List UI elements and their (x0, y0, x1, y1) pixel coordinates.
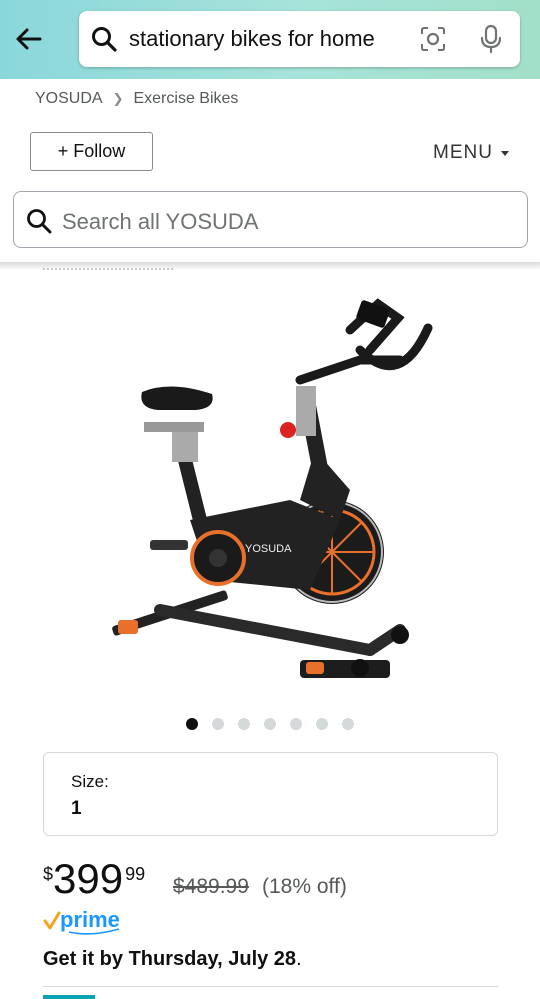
product-image[interactable]: YOSUDA (100, 290, 440, 710)
bike-illustration: YOSUDA (112, 298, 433, 678)
price: $ 399 99 (43, 858, 145, 900)
menu-label: MENU (433, 142, 493, 163)
divider (43, 986, 498, 987)
breadcrumb: YOSUDA ❯ Exercise Bikes (35, 90, 238, 108)
follow-button[interactable]: + Follow (30, 132, 153, 171)
store-search-input[interactable]: Search all YOSUDA (13, 191, 528, 248)
svg-text:prime: prime (60, 907, 120, 932)
delivery-suffix: . (296, 948, 302, 970)
breadcrumb-brand[interactable]: YOSUDA (35, 90, 103, 108)
discount-percent: (18% off) (262, 875, 347, 898)
svg-text:YOSUDA: YOSUDA (245, 543, 292, 555)
back-arrow-icon[interactable] (12, 22, 46, 56)
breadcrumb-chevron-icon: ❯ (112, 91, 124, 106)
delivery-info: Get it by Thursday, July 28. (43, 948, 302, 971)
size-label: Size: (71, 772, 109, 791)
search-query-text[interactable]: stationary bikes for home (129, 26, 375, 52)
price-fraction: 99 (125, 864, 146, 884)
caret-down-icon (500, 150, 509, 156)
image-carousel-dots[interactable] (186, 718, 354, 730)
accent-bar (43, 995, 95, 999)
delivery-prefix: Get it by (43, 948, 129, 970)
store-search-placeholder: Search all YOSUDA (62, 209, 259, 234)
list-price: $489.99 (173, 875, 249, 898)
carousel-dot[interactable] (212, 718, 224, 730)
rating-stars (43, 262, 173, 270)
price-whole: 399 (53, 855, 124, 902)
microphone-icon[interactable] (477, 24, 505, 54)
search-input[interactable]: stationary bikes for home (79, 11, 520, 67)
prime-logo-icon: prime (43, 907, 120, 935)
carousel-dot[interactable] (316, 718, 328, 730)
breadcrumb-category[interactable]: Exercise Bikes (133, 90, 238, 108)
carousel-dot[interactable] (186, 718, 198, 730)
size-selector[interactable]: Size: 1 (43, 752, 498, 836)
carousel-dot[interactable] (342, 718, 354, 730)
price-currency: $ (43, 864, 54, 884)
delivery-date: Thursday, July 28 (128, 948, 297, 970)
size-value: 1 (71, 798, 82, 819)
top-search-bar: stationary bikes for home (0, 0, 540, 79)
search-icon (27, 209, 52, 234)
carousel-dot[interactable] (290, 718, 302, 730)
search-icon (92, 27, 117, 52)
carousel-dot[interactable] (238, 718, 250, 730)
camera-scan-icon[interactable] (419, 25, 447, 53)
store-menu-button[interactable]: MENU (433, 142, 509, 164)
carousel-dot[interactable] (264, 718, 276, 730)
